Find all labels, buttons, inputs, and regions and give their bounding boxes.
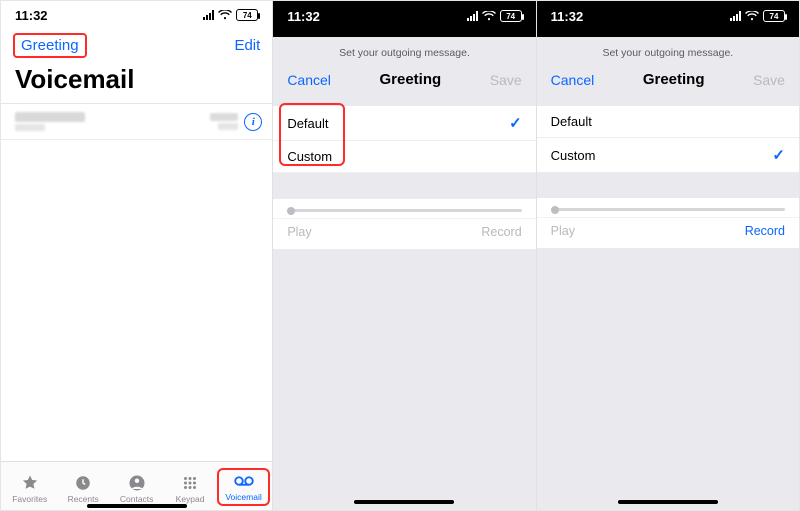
- record-button: Record: [481, 225, 521, 239]
- star-icon: [20, 474, 40, 492]
- option-default[interactable]: Default ✓: [273, 106, 535, 141]
- option-label: Custom: [551, 148, 596, 163]
- greeting-screen-default: 11:32 74 Set your outgoing message. Canc…: [273, 1, 535, 510]
- tab-label: Favorites: [12, 494, 47, 504]
- sheet: Set your outgoing message. Cancel Greeti…: [273, 37, 535, 100]
- person-icon: [127, 474, 147, 492]
- status-time: 11:32: [287, 9, 320, 24]
- caller-name-redacted: [15, 112, 85, 122]
- wifi-icon: [482, 11, 496, 21]
- clock-icon: [73, 474, 93, 492]
- option-label: Default: [551, 114, 592, 129]
- play-button: Play: [551, 224, 575, 238]
- info-icon[interactable]: i: [244, 113, 262, 131]
- tab-keypad[interactable]: Keypad: [163, 472, 216, 506]
- battery-icon: 74: [763, 10, 785, 22]
- record-button[interactable]: Record: [745, 224, 785, 238]
- tab-label: Keypad: [176, 494, 205, 504]
- voicemail-list: i: [1, 103, 272, 140]
- tab-contacts[interactable]: Contacts: [110, 472, 163, 506]
- player-controls: Play Record: [537, 217, 799, 248]
- status-bar: 11:32 74: [1, 1, 272, 29]
- status-time: 11:32: [551, 9, 584, 24]
- sheet-nav: Cancel Greeting Save: [273, 67, 535, 100]
- sheet-subtitle: Set your outgoing message.: [537, 37, 799, 67]
- greeting-options: Default Custom ✓: [537, 106, 799, 172]
- save-button: Save: [753, 72, 785, 88]
- tab-label: Recents: [68, 494, 99, 504]
- call-meta-redacted: [210, 113, 238, 130]
- player: Play Record: [273, 199, 535, 249]
- track-bar: [551, 208, 785, 211]
- option-default[interactable]: Default: [537, 106, 799, 138]
- play-button: Play: [287, 225, 311, 239]
- tab-favorites[interactable]: Favorites: [3, 472, 56, 506]
- status-icons: 74: [467, 10, 522, 22]
- sheet-title: Greeting: [643, 71, 705, 88]
- tab-label: Voicemail: [225, 492, 261, 502]
- option-custom[interactable]: Custom: [273, 141, 535, 173]
- track-bar: [287, 209, 521, 212]
- status-icons: 74: [730, 10, 785, 22]
- cellular-signal-icon: [467, 11, 478, 21]
- checkmark-icon: ✓: [509, 114, 522, 132]
- home-indicator[interactable]: [87, 504, 187, 508]
- tab-voicemail[interactable]: Voicemail: [217, 468, 270, 506]
- cellular-signal-icon: [730, 11, 741, 21]
- wifi-icon: [745, 11, 759, 21]
- voicemail-icon: [234, 472, 254, 490]
- status-bar: 11:32 74: [537, 1, 799, 31]
- option-label: Custom: [287, 149, 332, 164]
- player: Play Record: [537, 198, 799, 248]
- option-custom[interactable]: Custom ✓: [537, 138, 799, 172]
- option-label: Default: [287, 116, 328, 131]
- status-time: 11:32: [15, 8, 48, 23]
- playback-track[interactable]: [273, 199, 535, 218]
- battery-icon: 74: [500, 10, 522, 22]
- keypad-icon: [180, 474, 200, 492]
- greeting-screen-custom: 11:32 74 Set your outgoing message. Canc…: [537, 1, 799, 510]
- tab-label: Contacts: [120, 494, 154, 504]
- tab-recents[interactable]: Recents: [56, 472, 109, 506]
- status-icons: 74: [203, 9, 258, 21]
- voicemail-row[interactable]: i: [1, 104, 272, 140]
- sheet-title: Greeting: [379, 71, 441, 88]
- player-controls: Play Record: [273, 218, 535, 249]
- status-bar: 11:32 74: [273, 1, 535, 31]
- home-indicator[interactable]: [354, 500, 454, 504]
- wifi-icon: [218, 10, 232, 20]
- cancel-button[interactable]: Cancel: [551, 72, 595, 88]
- save-button: Save: [490, 72, 522, 88]
- home-indicator[interactable]: [618, 500, 718, 504]
- battery-icon: 74: [236, 9, 258, 21]
- checkmark-icon: ✓: [772, 146, 785, 164]
- cellular-signal-icon: [203, 10, 214, 20]
- nav-row: Greeting Edit: [1, 29, 272, 60]
- sheet-nav: Cancel Greeting Save: [537, 67, 799, 100]
- page-title: Voicemail: [1, 60, 272, 103]
- voicemail-screen: 11:32 74 Greeting Edit Voicemail: [1, 1, 272, 510]
- greeting-options: Default ✓ Custom: [273, 106, 535, 173]
- greeting-button[interactable]: Greeting: [13, 33, 87, 58]
- cancel-button[interactable]: Cancel: [287, 72, 331, 88]
- edit-button[interactable]: Edit: [234, 37, 260, 54]
- sheet: Set your outgoing message. Cancel Greeti…: [537, 37, 799, 100]
- sheet-subtitle: Set your outgoing message.: [273, 37, 535, 67]
- playback-track[interactable]: [537, 198, 799, 217]
- tab-bar: Favorites Recents Contacts Keypad Voicem…: [1, 461, 272, 510]
- caller-sub-redacted: [15, 124, 45, 131]
